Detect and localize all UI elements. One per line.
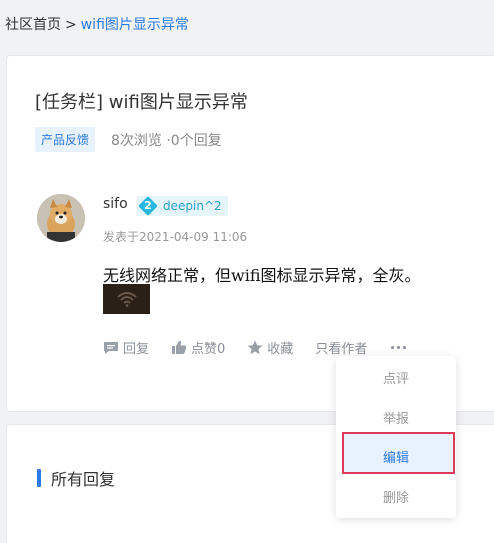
reply-label: 回复 [123,342,150,357]
star-icon [247,340,263,355]
only-author-label: 只看作者 [315,342,368,357]
breadcrumb-current[interactable]: wifi图片显示异常 [81,17,189,33]
post-image[interactable] [103,284,150,314]
breadcrumb-home[interactable]: 社区首页 [5,17,61,33]
category-tag[interactable]: 产品反馈 [35,127,96,152]
comment-icon [104,341,118,354]
level-number: 2 [144,199,152,212]
level-label: deepin^2 [163,199,222,213]
level-diamond-icon: 2 [139,197,157,215]
menu-item-delete[interactable]: 删除 [336,487,456,506]
level-badge: 2 deepin^2 [137,196,228,216]
like-button[interactable]: 点赞0 [171,338,225,357]
reply-button[interactable]: 回复 [103,338,149,357]
breadcrumb: 社区首页 > wifi图片显示异常 [5,14,189,34]
replies-title-text: 所有回复 [51,470,116,489]
post-stats: 8次浏览 ·0个回复 [111,133,222,149]
title-accent-bar [37,469,41,487]
dog-avatar-icon [37,194,85,242]
wifi-icon [116,292,137,307]
avatar[interactable] [37,194,85,242]
author-name[interactable]: sifo [103,196,128,212]
menu-item-comment[interactable]: 点评 [336,368,456,387]
like-label: 点赞0 [191,342,226,357]
more-icon[interactable] [391,346,407,349]
post-time: 发表于2021-04-09 11:06 [103,230,248,244]
post-title: [任务栏] wifi图片显示异常 [35,92,248,113]
breadcrumb-separator: > [65,17,77,33]
more-menu: 点评 举报 编辑 删除 [336,356,456,518]
favorite-button[interactable]: 收藏 [247,338,293,357]
only-author-button[interactable]: 只看作者 [315,338,367,357]
post-body: 无线网络正常，但wifi图标显示异常，全灰。 [103,266,421,285]
replies-title: 所有回复 [37,466,115,490]
post-actions: 回复 点赞0 收藏 只看作者 [103,338,407,357]
favorite-label: 收藏 [267,342,294,357]
menu-item-edit[interactable]: 编辑 [336,447,456,466]
menu-item-report[interactable]: 举报 [336,408,456,427]
thumbs-up-icon [172,340,187,354]
